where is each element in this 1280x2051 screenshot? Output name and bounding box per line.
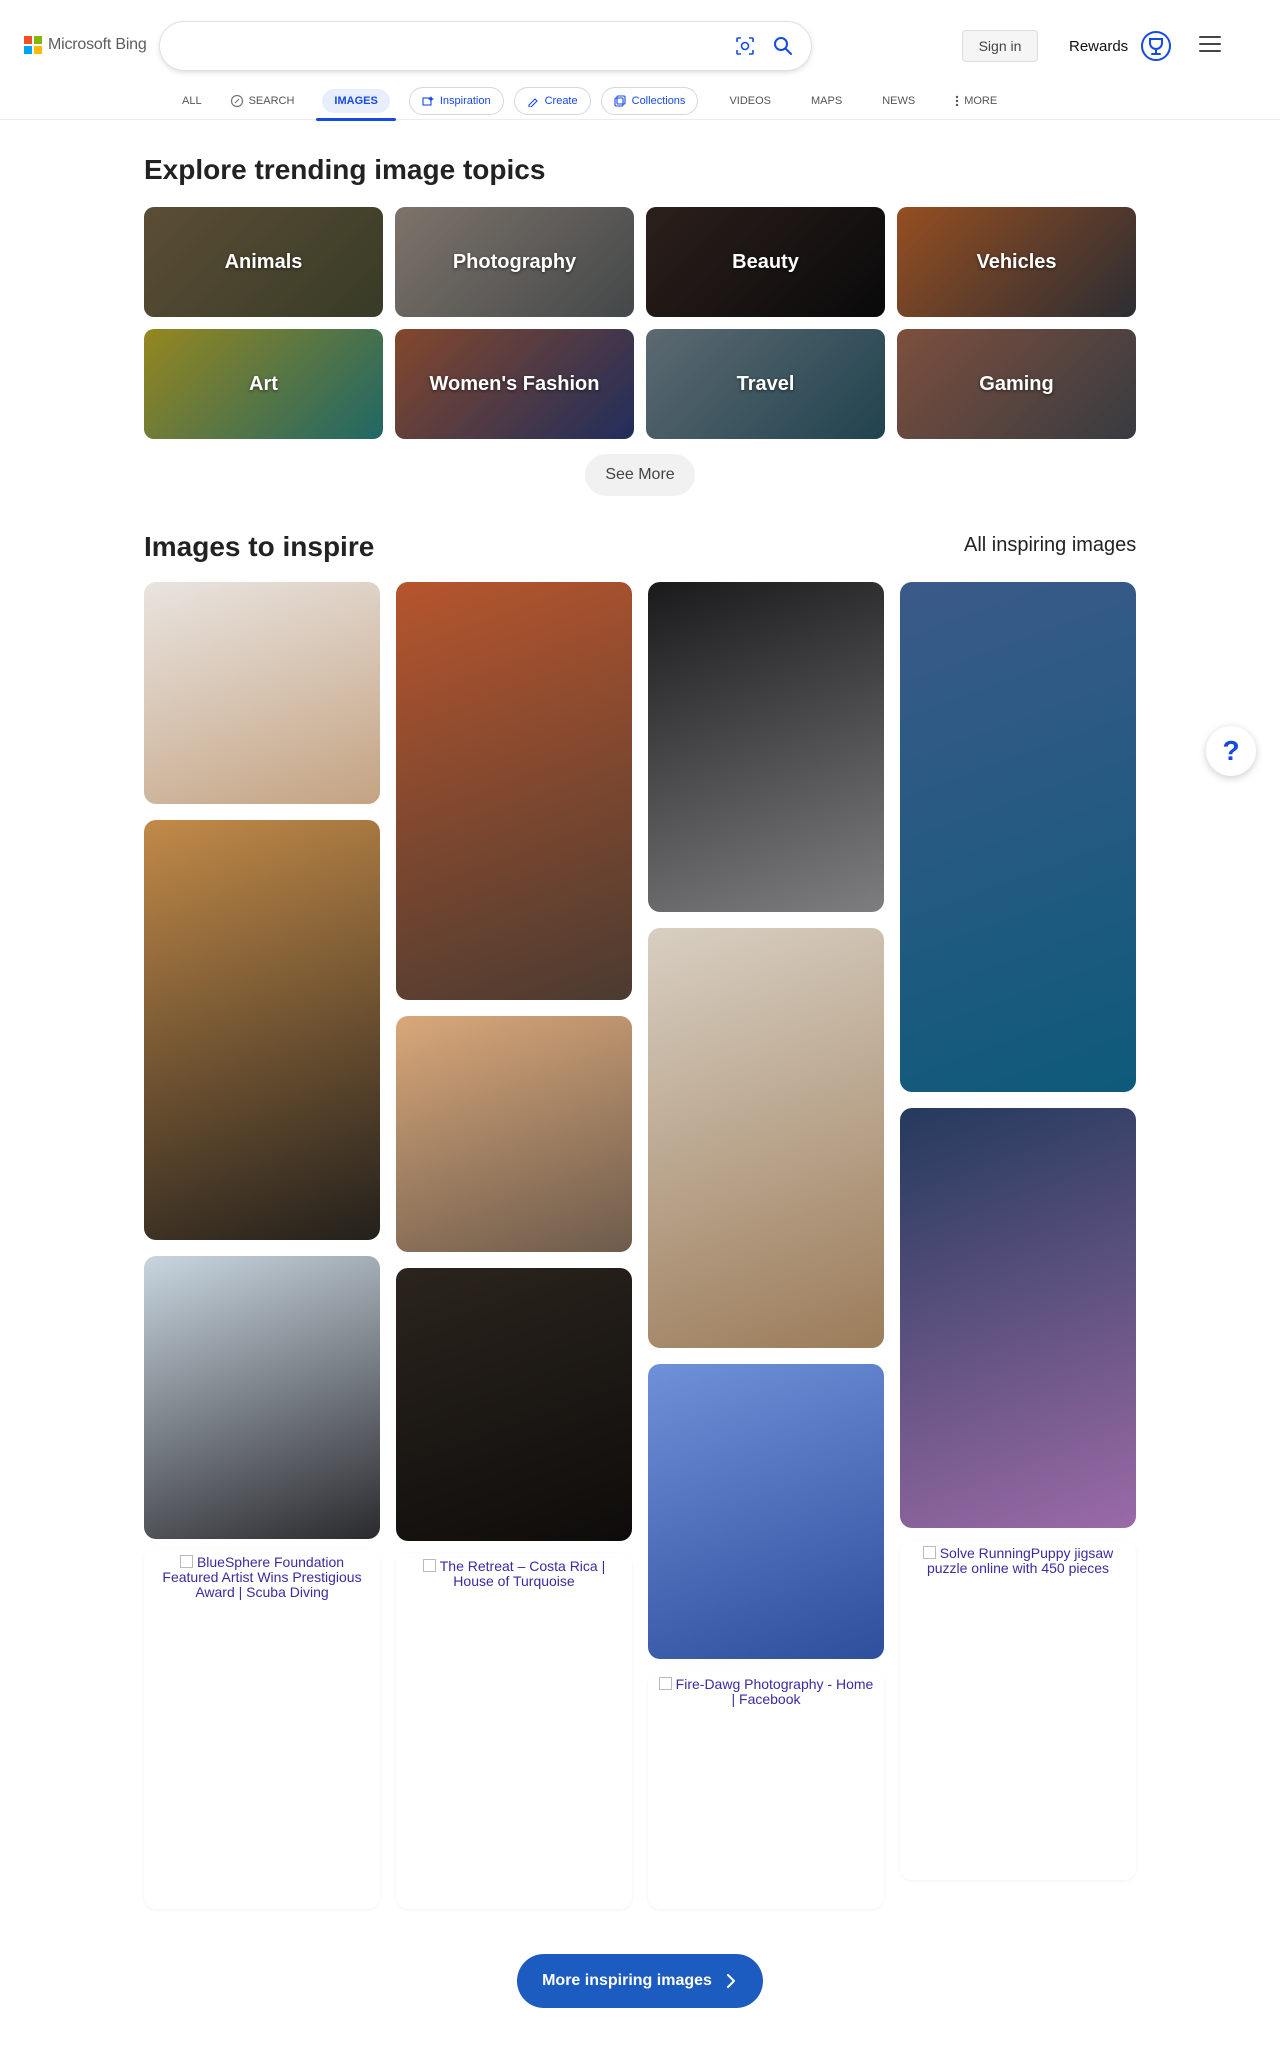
all-inspiring-images-link[interactable]: All inspiring images	[964, 534, 1136, 557]
space-ballerina-image	[648, 582, 884, 912]
image-card[interactable]	[144, 582, 380, 804]
header: Microsoft Bing Sign in Rewards ALL SEARC…	[0, 0, 1280, 121]
topic-photography[interactable]: Photography	[395, 207, 634, 317]
tab-videos[interactable]: VIDEOS	[715, 84, 785, 118]
see-more-button[interactable]: See More	[585, 454, 695, 496]
broken-image-card[interactable]: Fire-Dawg Photography - Home | Facebook	[648, 1671, 884, 1909]
help-button[interactable]: ?	[1206, 726, 1256, 776]
broken-image-alt-text: Solve RunningPuppy jigsaw puzzle online …	[908, 1540, 1128, 1576]
hamburger-menu-icon[interactable]	[1199, 36, 1221, 54]
chevron-right-icon	[726, 1974, 735, 1988]
visual-search-icon[interactable]	[733, 34, 757, 58]
search-icon[interactable]	[771, 34, 795, 58]
search-input[interactable]	[160, 22, 811, 70]
logo-text: Microsoft Bing	[48, 36, 147, 53]
broken-image-alt-text: The Retreat – Costa Rica | House of Turq…	[404, 1553, 624, 1589]
copilot-icon	[230, 94, 243, 108]
topic-gaming[interactable]: Gaming	[897, 329, 1136, 439]
more-inspiring-images-button[interactable]: More inspiring images	[517, 1954, 763, 2008]
rewards-trophy-icon	[1141, 31, 1172, 61]
broken-image-card[interactable]: The Retreat – Costa Rica | House of Turq…	[396, 1553, 632, 1909]
topic-travel[interactable]: Travel	[646, 329, 885, 439]
topic-animals[interactable]: Animals	[144, 207, 383, 317]
bing-logo[interactable]: Microsoft Bing	[24, 36, 147, 54]
tab-more[interactable]: MORE	[941, 84, 1011, 118]
image-card[interactable]	[144, 1256, 380, 1539]
tab-maps[interactable]: MAPS	[797, 84, 856, 118]
topic-vehicles[interactable]: Vehicles	[897, 207, 1136, 317]
snowy-dog-image	[648, 928, 884, 1348]
broken-image-card[interactable]: Solve RunningPuppy jigsaw puzzle online …	[900, 1540, 1136, 1880]
tab-search[interactable]: SEARCH	[216, 84, 309, 118]
inspiration-icon	[422, 96, 434, 106]
tab-inspiration[interactable]: Inspiration	[404, 84, 509, 118]
doberman-image	[144, 1256, 380, 1539]
nav-tabs: ALL SEARCH IMAGES Inspiration Create Col…	[168, 84, 1011, 121]
glitter-face-image	[900, 1108, 1136, 1528]
image-card[interactable]	[900, 1108, 1136, 1528]
tropical-resort-image	[900, 582, 1136, 1092]
puppy-image	[144, 582, 380, 804]
collections-icon	[614, 95, 626, 107]
rewards-label: Rewards	[1069, 37, 1129, 55]
image-card[interactable]	[396, 582, 632, 1000]
trending-title: Explore trending image topics	[144, 154, 546, 185]
inspire-title: Images to inspire	[144, 531, 375, 562]
sportscar-jet-image	[144, 820, 380, 1240]
image-card[interactable]	[144, 820, 380, 1240]
more-dots-icon	[956, 95, 959, 107]
topic-womens-fashion[interactable]: Women's Fashion	[395, 329, 634, 439]
topic-art[interactable]: Art	[144, 329, 383, 439]
tab-news[interactable]: NEWS	[868, 84, 929, 118]
microsoft-logo-icon	[24, 36, 42, 54]
create-icon	[528, 98, 538, 107]
image-card[interactable]	[396, 1016, 632, 1252]
butterfly-portrait-image	[396, 1268, 632, 1541]
rewards-button[interactable]: Rewards	[1069, 30, 1172, 62]
topic-beauty[interactable]: Beauty	[646, 207, 885, 317]
broken-image-card[interactable]: BlueSphere Foundation Featured Artist Wi…	[144, 1549, 380, 1909]
image-card[interactable]	[648, 928, 884, 1348]
image-card[interactable]	[396, 1268, 632, 1541]
tab-collections[interactable]: Collections	[596, 84, 704, 118]
trending-topics-grid: Animals Photography Beauty Vehicles Art …	[144, 207, 1136, 439]
image-card[interactable]	[648, 1364, 884, 1659]
image-card[interactable]	[648, 582, 884, 912]
broken-image-alt-text: Fire-Dawg Photography - Home | Facebook	[656, 1671, 876, 1707]
tab-all[interactable]: ALL	[168, 84, 216, 118]
tab-images[interactable]: IMAGES	[308, 84, 403, 121]
autumn-dock-image	[396, 582, 632, 1000]
sign-in-button[interactable]: Sign in	[962, 30, 1038, 62]
tab-create[interactable]: Create	[509, 84, 596, 118]
image-card[interactable]	[900, 582, 1136, 1092]
shiba-flowers-image	[648, 1364, 884, 1659]
broken-image-alt-text: BlueSphere Foundation Featured Artist Wi…	[152, 1549, 372, 1600]
tiger-cub-image	[396, 1016, 632, 1252]
